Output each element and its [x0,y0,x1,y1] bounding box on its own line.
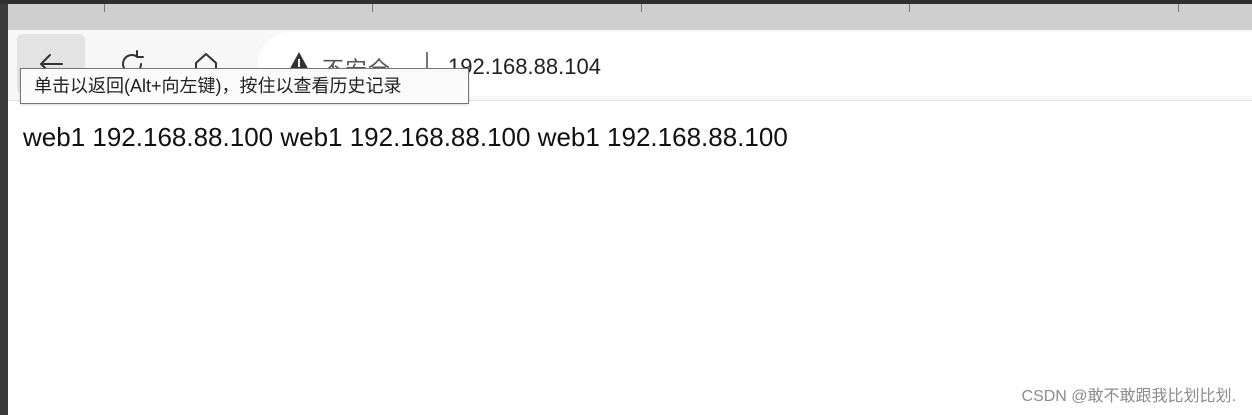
tab-separator [104,4,105,12]
tab-separator [909,4,910,12]
tab-separator [641,4,642,12]
page-content: web1 192.168.88.100 web1 192.168.88.100 … [8,100,1252,415]
back-button-tooltip: 单击以返回(Alt+向左键)，按住以查看历史记录 [20,68,469,104]
tab-separator [372,4,373,12]
watermark: CSDN @敢不敢跟我比划比划. [1021,388,1236,405]
tab-separator [1178,4,1179,12]
tab-strip [8,4,1252,31]
url-text[interactable]: 192.168.88.104 [448,54,601,80]
page-body-text: web1 192.168.88.100 web1 192.168.88.100 … [23,122,788,152]
